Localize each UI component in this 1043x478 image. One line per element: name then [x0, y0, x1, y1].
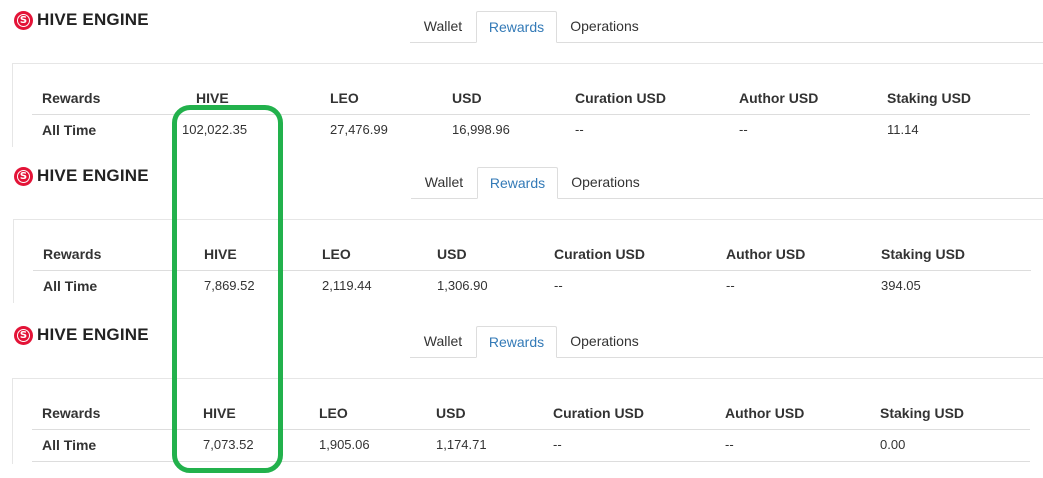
brand-name: HIVE ENGINE [37, 325, 149, 344]
author-usd-value: -- [739, 122, 748, 137]
table-row: All Time 7,869.52 2,119.44 1,306.90 -- -… [0, 278, 1043, 296]
col-header-hive: HIVE [196, 90, 229, 106]
col-header-author-usd: Author USD [739, 90, 819, 106]
tab-bar: Wallet Rewards Operations [410, 11, 1043, 43]
tab-rewards[interactable]: Rewards [477, 167, 558, 199]
staking-usd-value: 394.05 [881, 278, 921, 293]
col-header-author-usd: Author USD [726, 246, 806, 262]
col-header-usd: USD [436, 405, 466, 421]
snapshot-3: HIVE ENGINE Wallet Rewards Operations Re… [0, 303, 1043, 478]
tab-rewards[interactable]: Rewards [476, 326, 557, 358]
col-header-hive: HIVE [204, 246, 237, 262]
col-header-rewards: Rewards [42, 90, 101, 106]
brand-name: HIVE ENGINE [37, 166, 149, 185]
tab-bar: Wallet Rewards Operations [411, 167, 1043, 199]
staking-usd-value: 11.14 [887, 122, 919, 137]
col-header-leo: LEO [322, 246, 351, 262]
tab-wallet[interactable]: Wallet [410, 326, 476, 357]
col-header-author-usd: Author USD [725, 405, 805, 421]
panel-border [12, 378, 1043, 379]
col-header-staking-usd: Staking USD [881, 246, 966, 262]
col-header-curation-usd: Curation USD [554, 246, 645, 262]
hive-value: 7,073.52 [203, 437, 254, 452]
col-header-curation-usd: Curation USD [575, 90, 666, 106]
usd-value: 1,306.90 [437, 278, 488, 293]
tab-operations[interactable]: Operations [557, 326, 652, 357]
row-label: All Time [42, 437, 97, 453]
hive-engine-logo-icon [14, 10, 33, 30]
header-rule [33, 270, 1031, 271]
row-label: All Time [43, 278, 98, 294]
hive-value: 7,869.52 [204, 278, 255, 293]
curation-usd-value: -- [575, 122, 584, 137]
staking-usd-value: 0.00 [880, 437, 906, 452]
curation-usd-value: -- [553, 437, 562, 452]
table-row: All Time 102,022.35 27,476.99 16,998.96 … [0, 122, 1043, 140]
col-header-leo: LEO [319, 405, 348, 421]
tab-wallet[interactable]: Wallet [411, 167, 477, 198]
author-usd-value: -- [725, 437, 734, 452]
col-header-rewards: Rewards [42, 405, 101, 421]
header-rule [32, 114, 1030, 115]
hive-value: 102,022.35 [182, 122, 248, 137]
col-header-staking-usd: Staking USD [880, 405, 965, 421]
usd-value: 16,998.96 [452, 122, 510, 137]
usd-value: 1,174.71 [436, 437, 487, 452]
hive-engine-logo[interactable]: HIVE ENGINE [14, 324, 149, 346]
hive-engine-logo[interactable]: HIVE ENGINE [14, 165, 149, 187]
row-rule [32, 461, 1030, 462]
hive-engine-logo[interactable]: HIVE ENGINE [14, 9, 149, 31]
panel-border [13, 219, 1043, 220]
tab-rewards[interactable]: Rewards [476, 11, 557, 43]
col-header-leo: LEO [330, 90, 359, 106]
snapshot-1: HIVE ENGINE Wallet Rewards Operations Re… [0, 0, 1043, 147]
brand-name: HIVE ENGINE [37, 10, 149, 29]
tab-bar: Wallet Rewards Operations [410, 326, 1043, 358]
curation-usd-value: -- [554, 278, 563, 293]
col-header-usd: USD [452, 90, 482, 106]
leo-value: 27,476.99 [330, 122, 388, 137]
snapshot-2: HIVE ENGINE Wallet Rewards Operations Re… [0, 147, 1043, 303]
hive-engine-logo-icon [14, 166, 33, 186]
col-header-curation-usd: Curation USD [553, 405, 644, 421]
table-row: All Time 7,073.52 1,905.06 1,174.71 -- -… [0, 437, 1043, 455]
header-rule [32, 429, 1030, 430]
tab-operations[interactable]: Operations [558, 167, 653, 198]
panel-border [12, 63, 1043, 64]
hive-engine-logo-icon [14, 325, 33, 345]
leo-value: 2,119.44 [322, 278, 372, 293]
col-header-staking-usd: Staking USD [887, 90, 972, 106]
leo-value: 1,905.06 [319, 437, 370, 452]
col-header-hive: HIVE [203, 405, 236, 421]
author-usd-value: -- [726, 278, 735, 293]
tab-wallet[interactable]: Wallet [410, 11, 476, 42]
col-header-usd: USD [437, 246, 467, 262]
col-header-rewards: Rewards [43, 246, 102, 262]
tab-operations[interactable]: Operations [557, 11, 652, 42]
row-label: All Time [42, 122, 97, 138]
